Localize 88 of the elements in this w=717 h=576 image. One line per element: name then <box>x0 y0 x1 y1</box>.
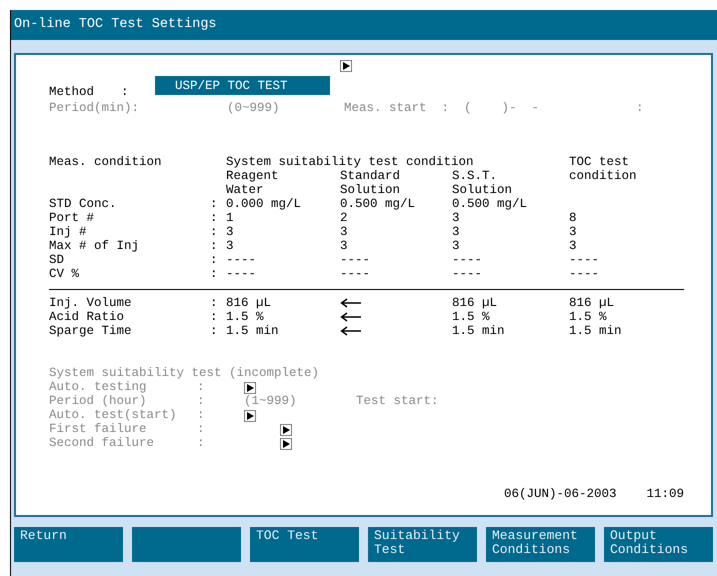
setting-label: Second failure <box>49 436 156 450</box>
colon: : <box>121 85 130 99</box>
colon: : <box>210 239 219 253</box>
colon: : <box>197 408 206 422</box>
window-title: On-line TOC Test Settings <box>11 10 717 40</box>
function-key[interactable]: Measurement Conditions <box>486 527 595 562</box>
table-cell[interactable]: 3 <box>340 239 452 253</box>
row-label: Max # of Inj <box>49 239 140 253</box>
row-label: Inj # <box>49 225 88 239</box>
setting-label: Period (hour) <box>49 394 148 408</box>
table-cell[interactable]: 1.5 min <box>226 324 340 338</box>
colon: : <box>197 394 206 408</box>
table-cell[interactable]: 1.5 % <box>226 310 340 324</box>
column-heading: Standard Solution <box>340 169 402 197</box>
table-cell[interactable]: 816 µL <box>569 296 711 310</box>
table-cell[interactable]: 1 <box>226 211 340 225</box>
period-label: Period(min): <box>49 101 140 115</box>
meas-start-label: Meas. start : ( )- - <box>344 101 540 115</box>
table-cell[interactable]: 3 <box>452 211 569 225</box>
row-label: Acid Ratio <box>49 310 126 324</box>
column-heading: Reagent Water <box>226 169 280 197</box>
left-arrow-icon <box>340 298 362 308</box>
table-cell[interactable]: 3 <box>452 225 569 239</box>
colon: : <box>210 310 219 324</box>
table-cell[interactable]: 3 <box>452 239 569 253</box>
colon: : <box>210 253 219 267</box>
group-heading: System suitability test condition <box>226 155 475 169</box>
colon: : <box>197 422 206 436</box>
table-cell[interactable]: ---- <box>452 253 569 267</box>
row-label: SD <box>49 253 66 267</box>
setting-label: Auto. test(start) <box>49 408 178 422</box>
colon: : <box>197 380 206 394</box>
left-arrow-icon <box>340 312 362 322</box>
row-label: Sparge Time <box>49 324 133 338</box>
table-cell[interactable]: ---- <box>226 253 340 267</box>
table-cell[interactable]: 8 <box>569 211 711 225</box>
time-text: 11:09 <box>646 487 684 501</box>
function-key[interactable]: Suitability Test <box>368 527 477 562</box>
table-cell[interactable]: 1.5 min <box>569 324 711 338</box>
row-label: Inj. Volume <box>49 296 133 310</box>
row-label: CV % <box>49 267 80 281</box>
method-field[interactable]: USP/EP TOC TEST <box>155 76 330 95</box>
date-text: 06(JUN)-06-2003 <box>504 487 616 501</box>
column-heading: S.S.T. Solution <box>452 169 514 197</box>
table-cell[interactable]: 3 <box>569 225 711 239</box>
table-cell[interactable]: 3 <box>340 225 452 239</box>
test-start-label: Test start: <box>356 394 439 408</box>
table-cell[interactable]: 3 <box>226 225 340 239</box>
colon: : <box>210 267 219 281</box>
colon: : <box>210 197 219 211</box>
table-cell[interactable]: 0.000 mg/L <box>226 197 340 211</box>
function-key[interactable]: Output Conditions <box>604 527 713 562</box>
colon: : <box>197 436 206 450</box>
table-cell[interactable]: ---- <box>569 253 711 267</box>
colon: : <box>210 211 219 225</box>
table-cell[interactable]: ---- <box>340 267 452 281</box>
table-cell[interactable]: 1.5 min <box>452 324 569 338</box>
table-cell[interactable]: 3 <box>569 239 711 253</box>
row-label: Port # <box>49 211 96 225</box>
table-cell[interactable]: 816 µL <box>226 296 340 310</box>
table-cell[interactable]: 1.5 % <box>569 310 711 324</box>
meas-start-colon: : <box>636 101 644 115</box>
period-range: (0~999) <box>227 101 281 115</box>
table-cell[interactable]: 1.5 % <box>452 310 569 324</box>
method-label: Method <box>49 85 96 99</box>
table-cell[interactable]: 2 <box>340 211 452 225</box>
function-key[interactable]: Return <box>14 527 123 562</box>
setting-label: Auto. testing <box>49 380 148 394</box>
table-cell[interactable]: ---- <box>452 267 569 281</box>
section-title: System suitability test (incomplete) <box>49 366 320 380</box>
table-cell[interactable]: ---- <box>569 267 711 281</box>
play-icon[interactable] <box>340 60 352 72</box>
period-range: (1~999) <box>244 394 298 408</box>
table-cell[interactable]: 3 <box>226 239 340 253</box>
table-cell[interactable]: ---- <box>340 253 452 267</box>
colon: : <box>210 225 219 239</box>
table-cell[interactable]: ---- <box>226 267 340 281</box>
row-label: STD Conc. <box>49 197 118 211</box>
colon: : <box>210 296 219 310</box>
colon: : <box>210 324 219 338</box>
function-key[interactable]: TOC Test <box>250 527 359 562</box>
table-cell[interactable]: 816 µL <box>452 296 569 310</box>
left-arrow-icon <box>340 326 362 336</box>
column-heading: Meas. condition <box>49 155 163 169</box>
table-cell[interactable]: 0.500 mg/L <box>452 197 569 211</box>
table-cell[interactable]: 0.500 mg/L <box>340 197 452 211</box>
column-heading: TOC test condition <box>569 155 638 183</box>
setting-label: First failure <box>49 422 148 436</box>
